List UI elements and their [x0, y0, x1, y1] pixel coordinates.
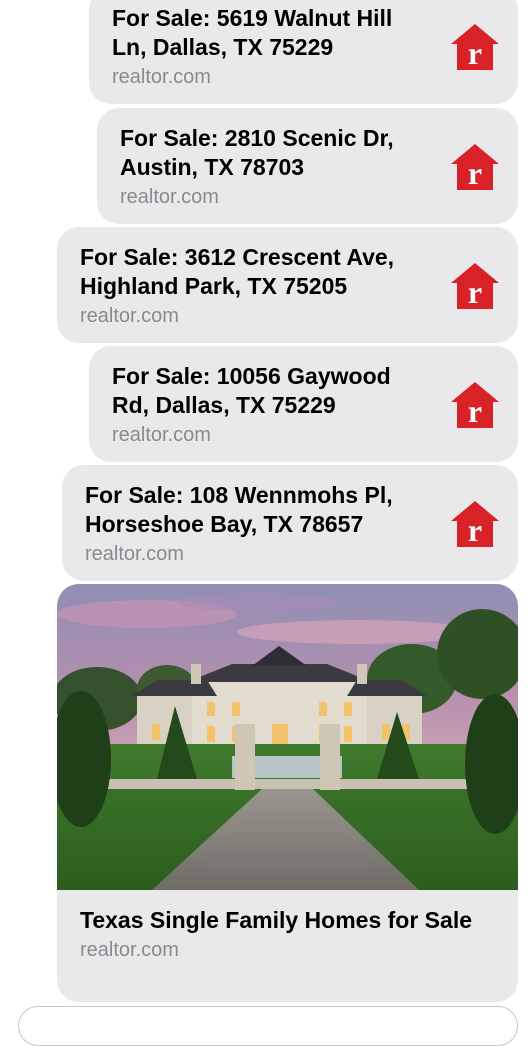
svg-text:r: r — [468, 35, 482, 71]
link-preview-bubble[interactable]: For Sale: 10056 Gaywood Rd, Dallas, TX 7… — [89, 346, 518, 462]
link-domain: realtor.com — [112, 424, 211, 446]
message-input[interactable] — [18, 1006, 518, 1046]
link-domain: realtor.com — [112, 66, 211, 88]
svg-text:r: r — [468, 393, 482, 429]
realtor-r-icon: r — [449, 499, 501, 549]
link-title: For Sale: 108 Wennmohs Pl, Horseshoe Bay… — [85, 482, 393, 537]
realtor-r-icon: r — [449, 380, 501, 430]
link-text-block: For Sale: 5619 Walnut Hill Ln, Dallas, T… — [112, 4, 432, 90]
link-text-block: For Sale: 3612 Crescent Ave, Highland Pa… — [80, 243, 432, 329]
link-domain: realtor.com — [120, 186, 219, 208]
link-preview-bubble[interactable]: For Sale: 3612 Crescent Ave, Highland Pa… — [57, 227, 518, 343]
svg-text:r: r — [468, 155, 482, 191]
mansion-photo — [57, 584, 518, 890]
link-text-block: For Sale: 2810 Scenic Dr, Austin, TX 787… — [120, 124, 432, 210]
rich-link-preview[interactable]: Texas Single Family Homes for Sale realt… — [57, 584, 518, 1002]
link-title: For Sale: 3612 Crescent Ave, Highland Pa… — [80, 244, 395, 299]
link-domain: realtor.com — [80, 305, 179, 327]
link-title: For Sale: 5619 Walnut Hill Ln, Dallas, T… — [112, 5, 393, 60]
svg-text:r: r — [468, 512, 482, 548]
rich-link-title: Texas Single Family Homes for Sale — [80, 907, 472, 933]
link-text-block: For Sale: 10056 Gaywood Rd, Dallas, TX 7… — [112, 362, 432, 448]
realtor-r-icon: r — [449, 22, 501, 72]
realtor-r-icon: r — [449, 142, 501, 192]
link-text-block: For Sale: 108 Wennmohs Pl, Horseshoe Bay… — [85, 481, 432, 567]
realtor-r-icon: r — [449, 261, 501, 311]
link-preview-bubble[interactable]: For Sale: 108 Wennmohs Pl, Horseshoe Bay… — [62, 465, 518, 581]
link-title: For Sale: 10056 Gaywood Rd, Dallas, TX 7… — [112, 363, 391, 418]
link-preview-bubble[interactable]: For Sale: 5619 Walnut Hill Ln, Dallas, T… — [89, 0, 518, 104]
link-title: For Sale: 2810 Scenic Dr, Austin, TX 787… — [120, 125, 394, 180]
link-preview-bubble[interactable]: For Sale: 2810 Scenic Dr, Austin, TX 787… — [97, 108, 518, 224]
rich-link-text-block: Texas Single Family Homes for Sale realt… — [80, 906, 498, 963]
svg-text:r: r — [468, 274, 482, 310]
link-domain: realtor.com — [85, 543, 184, 565]
rich-link-domain: realtor.com — [80, 939, 179, 961]
